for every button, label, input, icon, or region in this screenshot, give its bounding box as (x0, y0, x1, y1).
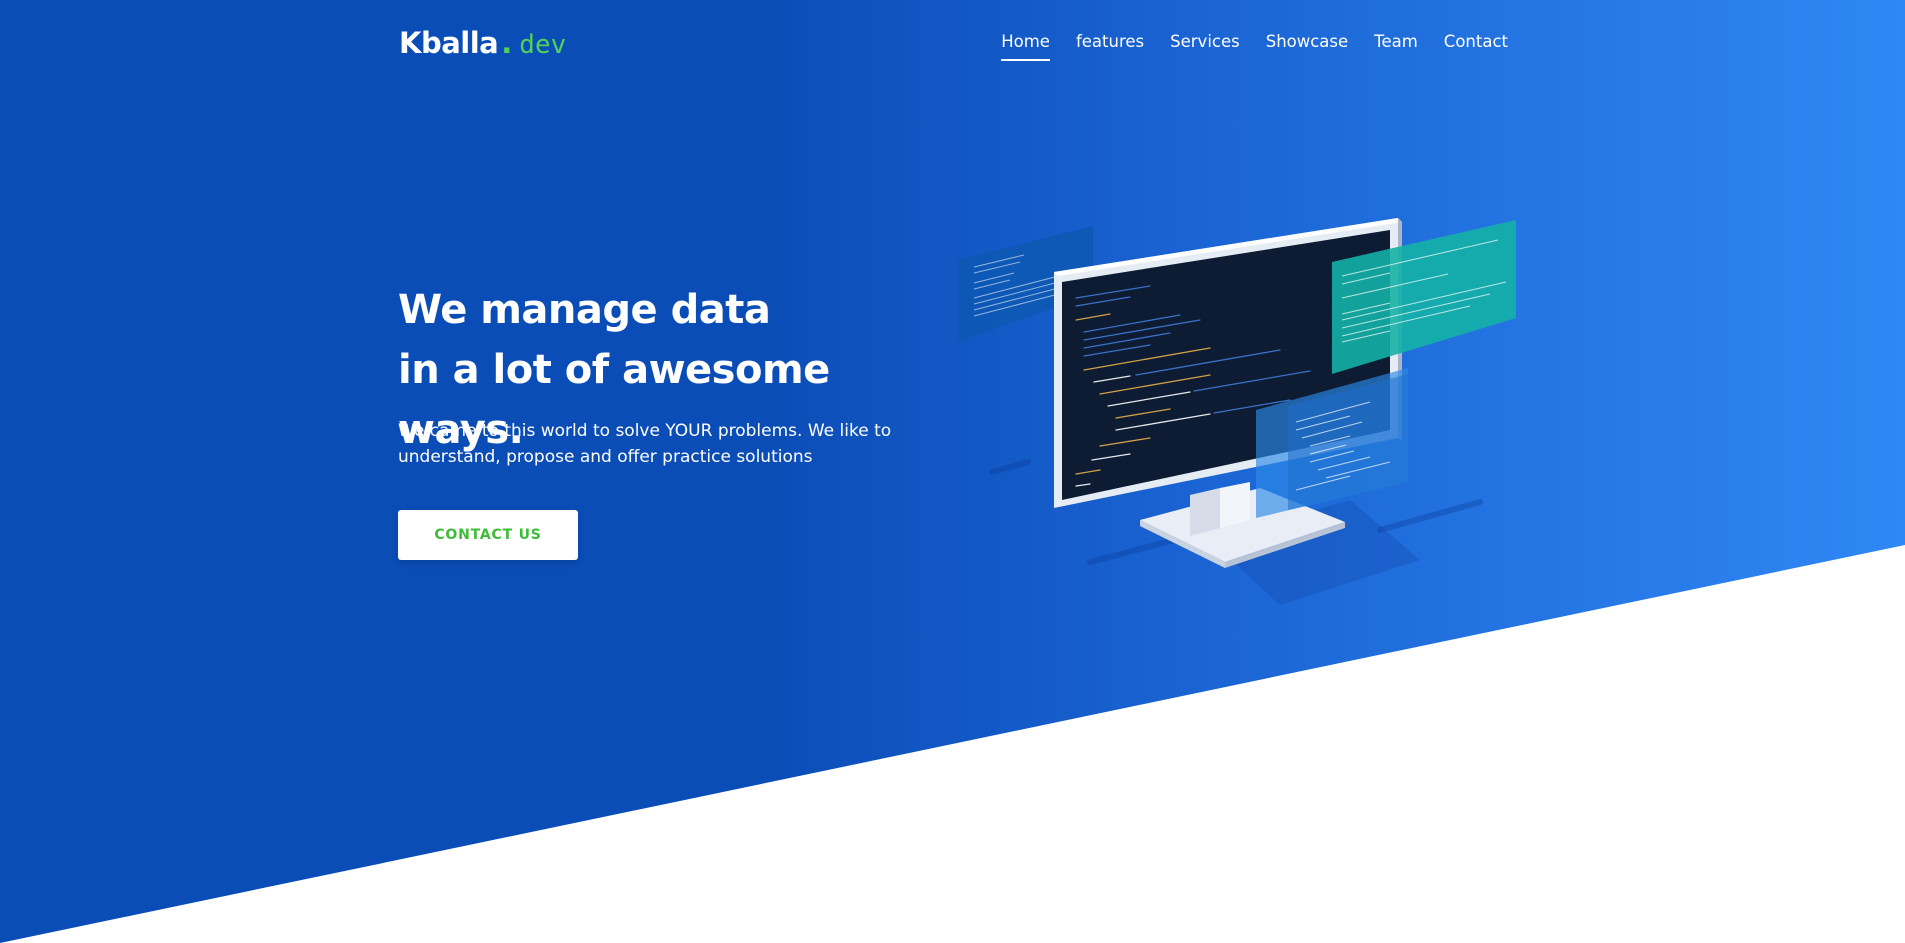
nav-item-team[interactable]: Team (1374, 32, 1418, 61)
monitor-illustration-svg (958, 218, 1516, 605)
main-nav: Home features Services Showcase Team Con… (1001, 32, 1508, 61)
brand-suffix: dev (519, 30, 567, 60)
nav-item-contact[interactable]: Contact (1444, 32, 1508, 61)
headline-line-1: We manage data (398, 287, 771, 333)
computer-monitor-code-illustration (950, 210, 1530, 610)
brand-dot: . (501, 26, 513, 60)
brand-logo[interactable]: Kballa . dev (399, 26, 566, 60)
nav-item-showcase[interactable]: Showcase (1266, 32, 1348, 61)
nav-item-home[interactable]: Home (1001, 32, 1050, 61)
contact-us-button[interactable]: CONTACT US (398, 510, 578, 560)
hero-subtext: We came to this world to solve YOUR prob… (398, 421, 892, 467)
brand-name: Kballa (399, 26, 499, 60)
nav-item-services[interactable]: Services (1170, 32, 1240, 61)
nav-item-features[interactable]: features (1076, 32, 1144, 61)
